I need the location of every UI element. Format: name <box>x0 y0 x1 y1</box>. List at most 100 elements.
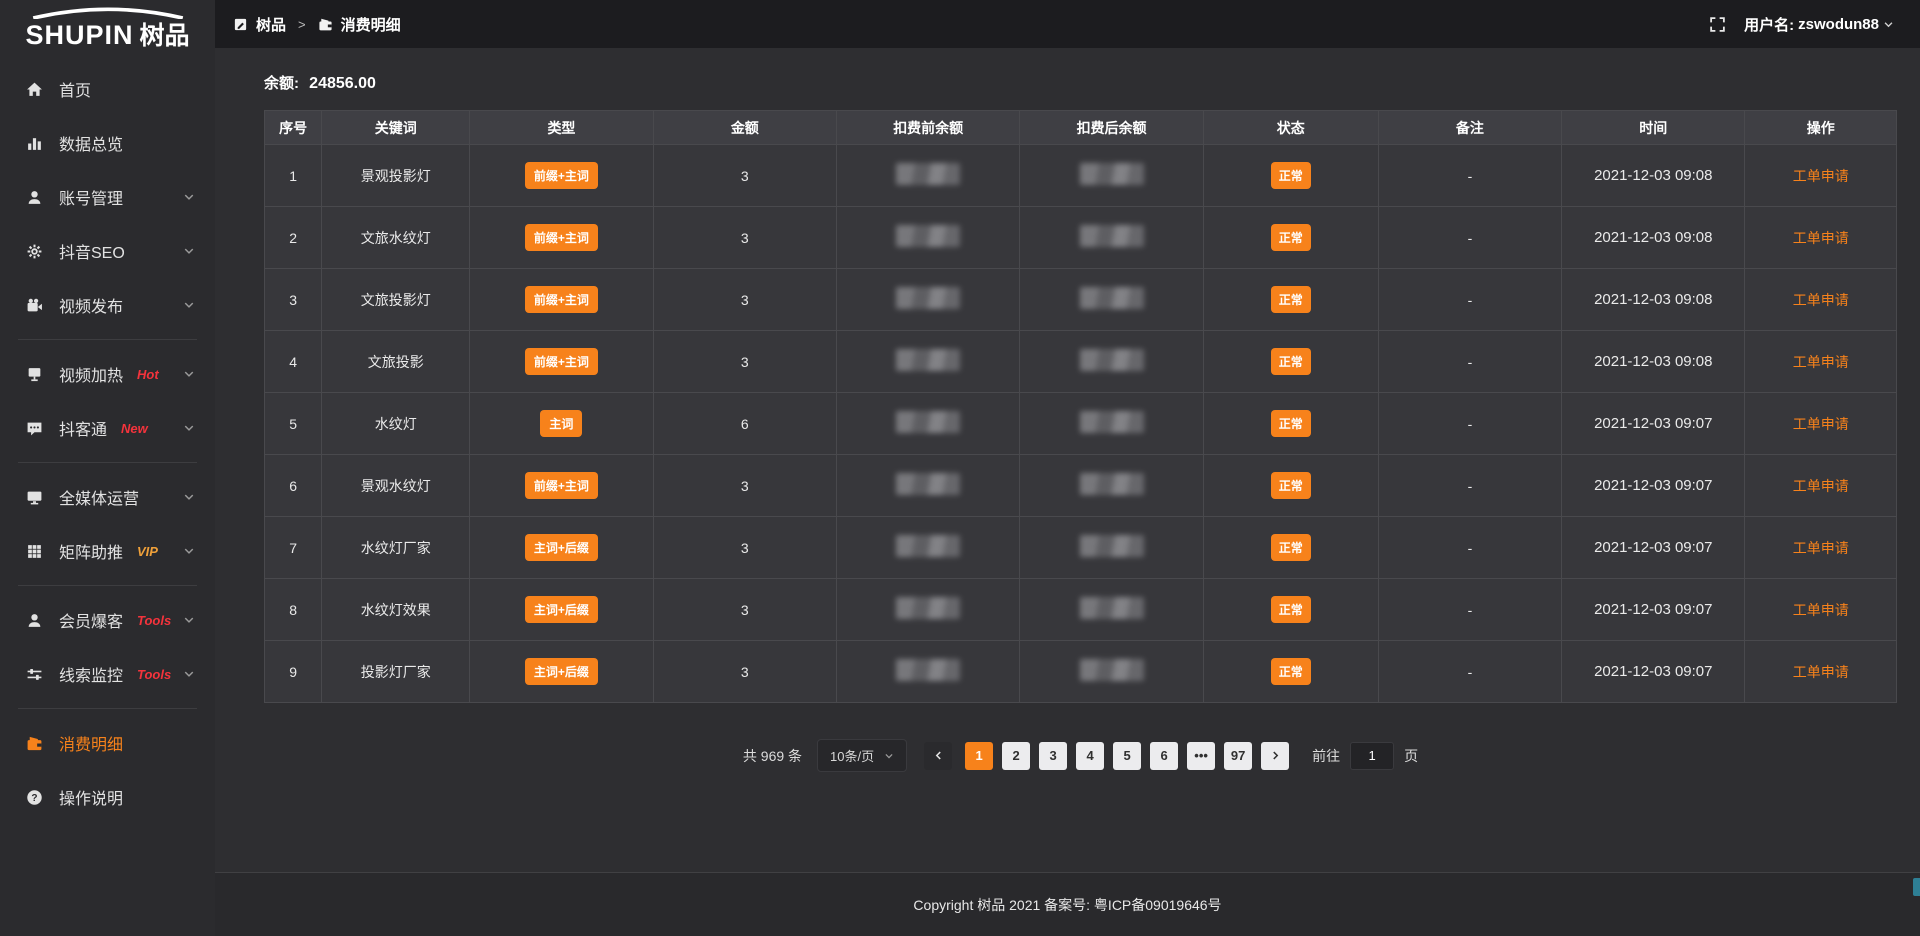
cell-status: 正常 <box>1203 145 1378 207</box>
masked-balance <box>896 473 960 495</box>
status-badge: 正常 <box>1271 348 1311 375</box>
sidebar-item-omnimedia-ops[interactable]: 全媒体运营 <box>0 470 215 524</box>
sidebar-item-label: 全媒体运营 <box>59 485 139 509</box>
work-order-link[interactable]: 工单申请 <box>1793 230 1849 246</box>
sidebar-item-label: 数据总览 <box>59 131 123 155</box>
cell-time: 2021-12-03 09:07 <box>1562 579 1745 641</box>
work-order-link[interactable]: 工单申请 <box>1793 602 1849 618</box>
col-header-pre-balance: 扣费前余额 <box>837 111 1020 145</box>
edge-widget[interactable] <box>1913 878 1920 896</box>
work-order-link[interactable]: 工单申请 <box>1793 478 1849 494</box>
cell-type: 主词+后缀 <box>470 579 653 641</box>
page-button-6[interactable]: 6 <box>1150 742 1178 770</box>
cell-status: 正常 <box>1203 641 1378 703</box>
cell-type: 前缀+主词 <box>470 145 653 207</box>
col-header-action: 操作 <box>1745 111 1897 145</box>
goto-label: 前往 <box>1312 746 1340 766</box>
sidebar: SHUPIN 树品 首页 数据总览 账号管理 抖音SEO 视频发布 <box>0 0 215 936</box>
page-size-select[interactable]: 10条/页 <box>817 739 907 772</box>
cell-keyword: 文旅投影灯 <box>322 269 470 331</box>
cell-time: 2021-12-03 09:08 <box>1562 207 1745 269</box>
sidebar-item-video-publish[interactable]: 视频发布 <box>0 278 215 332</box>
cell-pre-balance <box>837 517 1020 579</box>
wallet-icon <box>26 735 43 752</box>
chevron-down-icon <box>183 491 195 503</box>
chevron-down-icon <box>183 545 195 557</box>
status-badge: 正常 <box>1271 658 1311 685</box>
work-order-link[interactable]: 工单申请 <box>1793 292 1849 308</box>
cell-pre-balance <box>837 393 1020 455</box>
table-row: 1 景观投影灯 前缀+主词 3 正常 - 2021-12-03 09:08 工单… <box>265 145 1897 207</box>
page-button-97[interactable]: 97 <box>1224 742 1252 770</box>
cell-status: 正常 <box>1203 269 1378 331</box>
table-row: 9 投影灯厂家 主词+后缀 3 正常 - 2021-12-03 09:07 工单… <box>265 641 1897 703</box>
consumption-table: 序号 关键词 类型 金额 扣费前余额 扣费后余额 状态 备注 时间 操作 1 景… <box>264 110 1897 703</box>
page-button-4[interactable]: 4 <box>1076 742 1104 770</box>
col-header-remark: 备注 <box>1378 111 1561 145</box>
page-button-5[interactable]: 5 <box>1113 742 1141 770</box>
cell-type: 前缀+主词 <box>470 331 653 393</box>
logo-text-en: SHUPIN <box>25 20 133 51</box>
sidebar-divider <box>18 585 197 586</box>
sidebar-item-account-mgmt[interactable]: 账号管理 <box>0 170 215 224</box>
chevron-down-icon <box>1883 19 1894 30</box>
sidebar-item-label: 账号管理 <box>59 185 123 209</box>
cell-index: 9 <box>265 641 322 703</box>
page-size-value: 10条/页 <box>830 746 874 765</box>
next-page-button[interactable] <box>1261 742 1289 770</box>
table-row: 2 文旅水纹灯 前缀+主词 3 正常 - 2021-12-03 09:08 工单… <box>265 207 1897 269</box>
cell-post-balance <box>1020 145 1203 207</box>
cell-time: 2021-12-03 09:08 <box>1562 269 1745 331</box>
page-button-2[interactable]: 2 <box>1002 742 1030 770</box>
sidebar-item-lead-monitor[interactable]: 线索监控 Tools <box>0 647 215 701</box>
goto-page-input[interactable] <box>1350 742 1394 770</box>
type-badge: 前缀+主词 <box>525 348 598 375</box>
chevron-down-icon <box>183 614 195 626</box>
sidebar-item-member-baoke[interactable]: 会员爆客 Tools <box>0 593 215 647</box>
sidebar-item-instructions[interactable]: ? 操作说明 <box>0 770 215 824</box>
masked-balance <box>896 597 960 619</box>
cell-time: 2021-12-03 09:08 <box>1562 331 1745 393</box>
logo-text-cn: 树品 <box>140 16 190 52</box>
user-menu[interactable]: 用户名: zswodun88 <box>1744 14 1894 35</box>
cell-remark: - <box>1378 579 1561 641</box>
page-button-1[interactable]: 1 <box>965 742 993 770</box>
cell-pre-balance <box>837 641 1020 703</box>
cell-action: 工单申请 <box>1745 579 1897 641</box>
cell-type: 主词+后缀 <box>470 517 653 579</box>
prev-page-button[interactable] <box>924 742 952 770</box>
cell-amount: 3 <box>653 455 836 517</box>
projector-screen-icon <box>26 366 43 383</box>
sidebar-item-matrix-boost[interactable]: 矩阵助推 VIP <box>0 524 215 578</box>
col-header-index: 序号 <box>265 111 322 145</box>
status-badge: 正常 <box>1271 410 1311 437</box>
chevron-down-icon <box>183 191 195 203</box>
breadcrumb-root[interactable]: 树品 <box>256 14 286 35</box>
page-button-3[interactable]: 3 <box>1039 742 1067 770</box>
cell-amount: 3 <box>653 207 836 269</box>
table-row: 8 水纹灯效果 主词+后缀 3 正常 - 2021-12-03 09:07 工单… <box>265 579 1897 641</box>
work-order-link[interactable]: 工单申请 <box>1793 664 1849 680</box>
sidebar-item-douketong[interactable]: 抖客通 New <box>0 401 215 455</box>
cell-type: 前缀+主词 <box>470 207 653 269</box>
fullscreen-icon[interactable] <box>1709 16 1726 33</box>
page-unit-label: 页 <box>1404 746 1418 766</box>
page-ellipsis[interactable]: ••• <box>1187 742 1215 770</box>
masked-balance <box>896 287 960 309</box>
sidebar-item-douyin-seo[interactable]: 抖音SEO <box>0 224 215 278</box>
sidebar-item-home[interactable]: 首页 <box>0 62 215 116</box>
sidebar-item-video-heat[interactable]: 视频加热 Hot <box>0 347 215 401</box>
col-header-keyword: 关键词 <box>322 111 470 145</box>
work-order-link[interactable]: 工单申请 <box>1793 354 1849 370</box>
sidebar-item-label: 抖音SEO <box>59 239 125 263</box>
work-order-link[interactable]: 工单申请 <box>1793 416 1849 432</box>
app-logo: SHUPIN 树品 <box>0 0 215 52</box>
work-order-link[interactable]: 工单申请 <box>1793 168 1849 184</box>
cell-post-balance <box>1020 455 1203 517</box>
sidebar-item-consumption-detail[interactable]: 消费明细 <box>0 716 215 770</box>
total-count: 共 969 条 <box>743 746 802 766</box>
footer: Copyright 树品 2021 备案号: 粤ICP备09019646号 <box>215 872 1920 936</box>
sidebar-item-data-overview[interactable]: 数据总览 <box>0 116 215 170</box>
work-order-link[interactable]: 工单申请 <box>1793 540 1849 556</box>
type-badge: 前缀+主词 <box>525 472 598 499</box>
